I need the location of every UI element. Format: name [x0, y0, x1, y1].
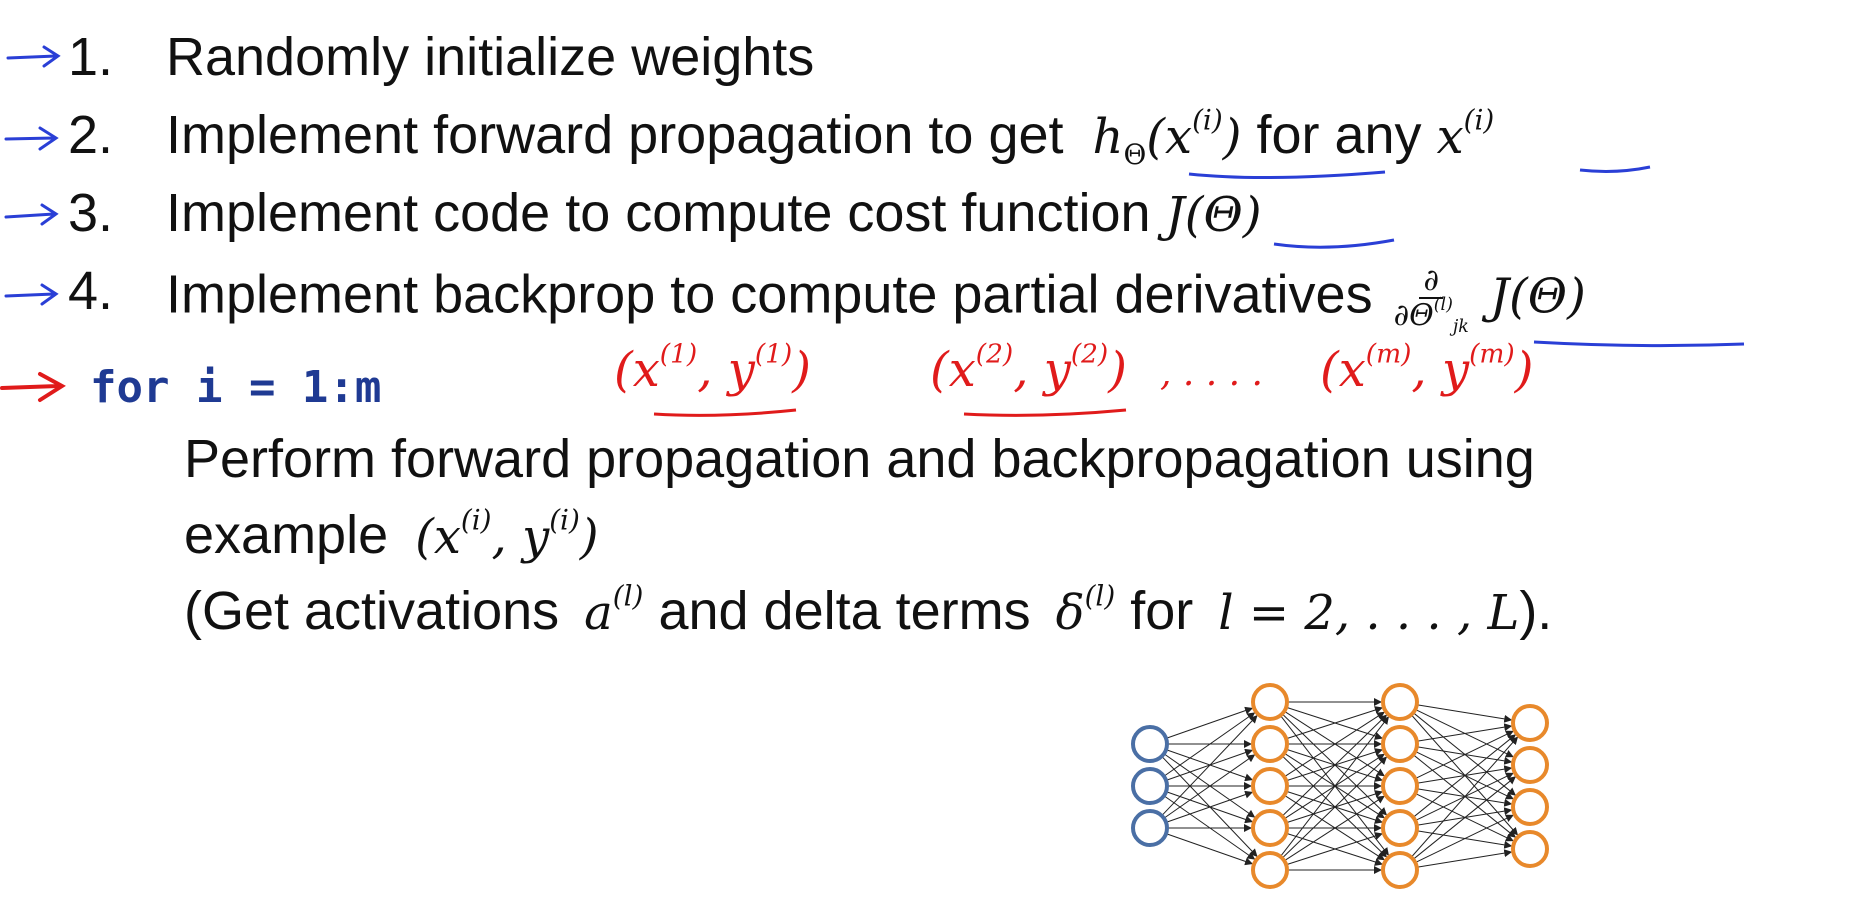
- hidden-neuron: [1381, 767, 1419, 805]
- network-edge: [1280, 716, 1389, 857]
- math-cost-function: J(Θ): [1165, 187, 1262, 243]
- underline-mark: [1579, 165, 1651, 173]
- network-edge: [1416, 849, 1513, 868]
- step-text-before: Implement backprop to compute partial de…: [166, 264, 1373, 325]
- partial-derivative-fraction: ∂ ∂Θ(l)jk: [1393, 263, 1469, 337]
- network-edge: [1163, 712, 1256, 777]
- network-edge: [1415, 730, 1514, 780]
- handwritten-example-m: (x(m), y(m)): [1320, 338, 1534, 398]
- network-edge: [1412, 776, 1516, 860]
- hidden-neuron: [1251, 809, 1289, 847]
- math-hypothesis: hΘ(x(i)): [1092, 103, 1242, 172]
- step-text: Implement backprop to compute partial de…: [166, 263, 1586, 337]
- math-activation: a(l): [584, 579, 644, 641]
- step-arrow-icon: [4, 203, 59, 226]
- for-loop-code: for i = 1:m: [90, 362, 382, 413]
- math-layer-range: l = 2, . . . , L: [1218, 585, 1520, 641]
- input-neuron: [1131, 767, 1169, 805]
- hidden-neuron: [1381, 851, 1419, 889]
- handwritten-ellipsis: , . . . .: [1160, 353, 1263, 394]
- output-neuron: [1511, 788, 1549, 826]
- network-edge: [1415, 708, 1514, 758]
- network-edge: [1416, 704, 1513, 723]
- output-neuron: [1511, 704, 1549, 742]
- hidden-neuron: [1381, 683, 1419, 721]
- underline-mark: [1273, 238, 1395, 249]
- hidden-neuron: [1251, 767, 1289, 805]
- input-neuron: [1131, 725, 1169, 763]
- neural-network-diagram: [1131, 683, 1549, 889]
- network-edge: [1284, 794, 1385, 861]
- network-edge: [1161, 715, 1258, 817]
- body-line-1: Perform forward propagation and backprop…: [184, 429, 1535, 489]
- underline-mark: [1188, 170, 1386, 180]
- step-text-before: Implement code to compute cost function: [166, 183, 1151, 243]
- red-arrow-icon: [0, 372, 66, 402]
- step-text: Implement forward propagation to get hΘ(…: [166, 103, 1495, 172]
- handwritten-example-2: (x(2), y(2)): [930, 338, 1127, 398]
- network-edge: [1415, 814, 1514, 864]
- body-line-2: example (x(i), y(i)): [184, 503, 599, 565]
- math-example-pair: (x(i), y(i)): [415, 503, 599, 565]
- network-edge: [1415, 792, 1514, 842]
- step-text: Implement code to compute cost function …: [166, 186, 1262, 240]
- hidden-neuron: [1381, 809, 1419, 847]
- step-text-before: Implement forward propagation to get: [166, 105, 1064, 165]
- step-arrow-icon: [4, 126, 59, 151]
- math-delta: δ(l): [1055, 579, 1116, 641]
- math-x: x(i): [1436, 103, 1495, 165]
- output-neuron: [1511, 746, 1549, 784]
- network-edge: [1281, 714, 1388, 817]
- hidden-neuron: [1251, 725, 1289, 763]
- red-underline-mark: [963, 408, 1127, 417]
- handwritten-example-1: (x(1), y(1)): [614, 338, 811, 398]
- math-cost-function: J(Θ): [1489, 268, 1586, 325]
- step-text: Randomly initialize weights: [166, 27, 815, 87]
- step-text-middle: for any: [1256, 105, 1422, 165]
- step-number: 3.: [68, 183, 114, 243]
- underline-mark: [1533, 340, 1745, 348]
- body-line-3: (Get activations a(l) and delta terms δ(…: [184, 579, 1553, 641]
- red-underline-mark: [653, 408, 797, 417]
- step-arrow-icon: [6, 45, 61, 68]
- step-number: 1.: [68, 27, 114, 87]
- step-number: 2.: [68, 105, 114, 165]
- step-number: 4.: [68, 261, 114, 321]
- hidden-neuron: [1381, 725, 1419, 763]
- output-neuron: [1511, 830, 1549, 868]
- hidden-neuron: [1251, 683, 1289, 721]
- network-edge: [1284, 711, 1385, 778]
- hidden-neuron: [1251, 851, 1289, 889]
- network-edge: [1163, 795, 1256, 860]
- input-neuron: [1131, 809, 1169, 847]
- step-arrow-icon: [4, 283, 59, 306]
- network-edge: [1412, 734, 1516, 818]
- network-edge: [1281, 756, 1388, 859]
